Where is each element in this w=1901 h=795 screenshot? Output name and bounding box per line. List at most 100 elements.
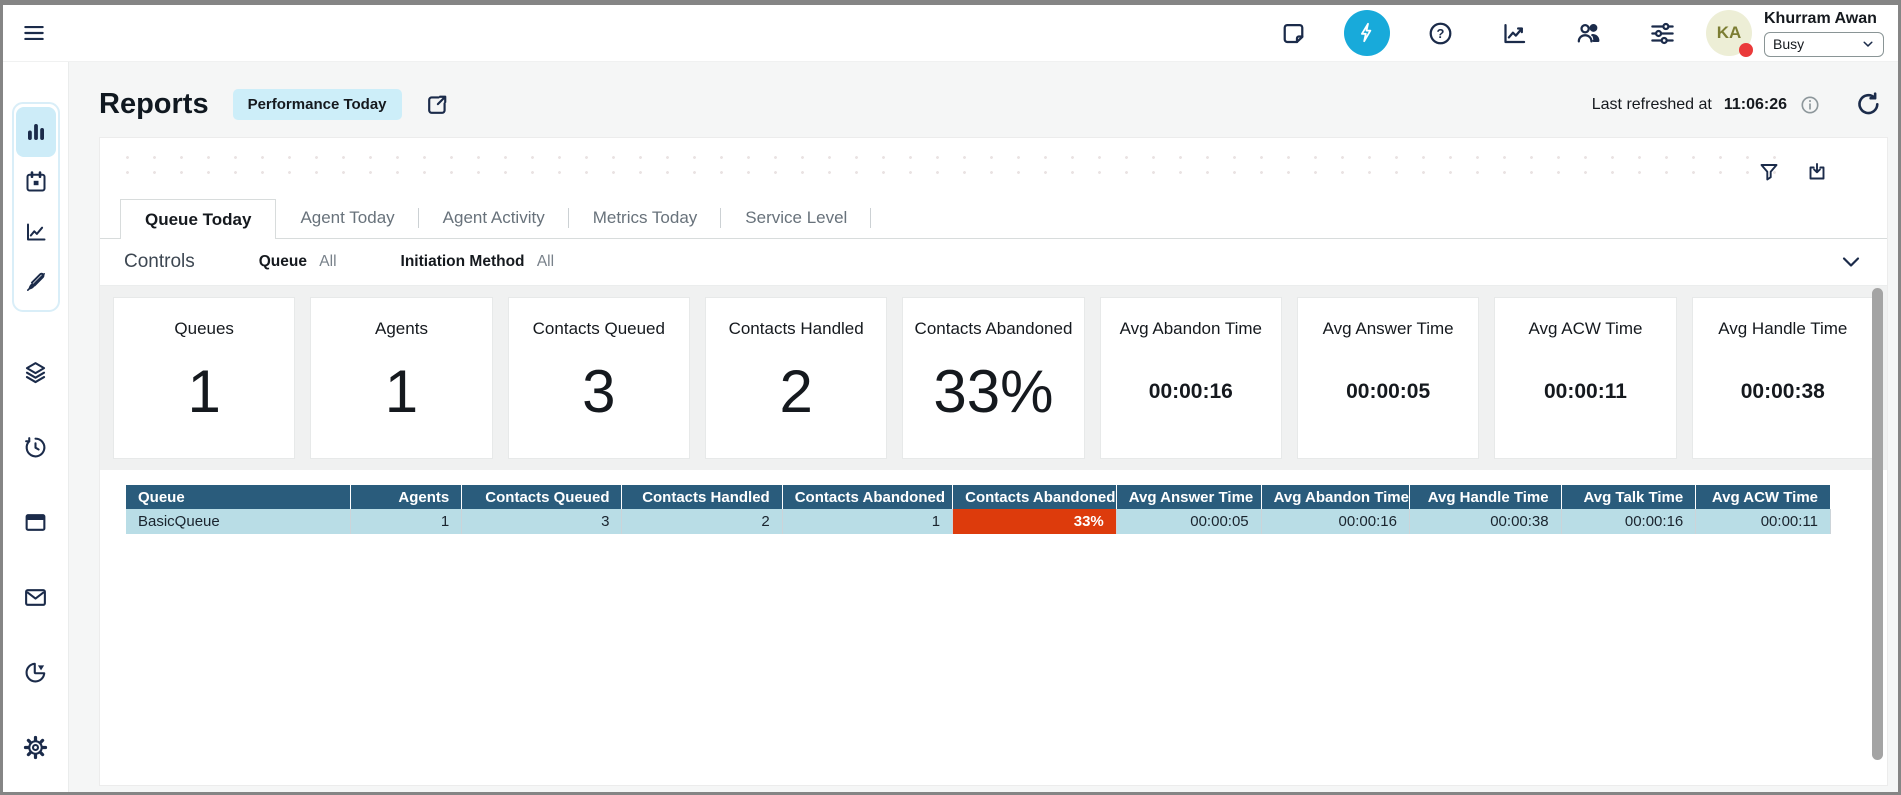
topbar: ? bbox=[3, 5, 1898, 62]
filter-initiation-method[interactable]: Initiation Method All bbox=[401, 253, 555, 271]
window-icon bbox=[23, 510, 48, 535]
svg-text:?: ? bbox=[1437, 26, 1445, 41]
metric-card-contacts-handled: Contacts Handled 2 bbox=[705, 297, 887, 459]
cell-avg-acw-time: 00:00:11 bbox=[1696, 509, 1831, 534]
drag-dots-grid bbox=[114, 150, 1797, 184]
col-contacts-handled[interactable]: Contacts Handled bbox=[622, 485, 782, 509]
col-agents[interactable]: Agents bbox=[351, 485, 462, 509]
col-avg-abandon-time[interactable]: Avg Abandon Time bbox=[1261, 485, 1409, 509]
metric-value: 1 bbox=[385, 325, 418, 458]
metric-value: 00:00:38 bbox=[1741, 325, 1825, 458]
col-avg-handle-time[interactable]: Avg Handle Time bbox=[1409, 485, 1561, 509]
metric-card-avg-answer-time: Avg Answer Time 00:00:05 bbox=[1297, 297, 1479, 459]
metric-value: 00:00:05 bbox=[1346, 325, 1430, 458]
table-row[interactable]: BasicQueue 1 3 2 1 33% 00:00:05 00:00:16… bbox=[126, 509, 1831, 534]
refresh-icon[interactable] bbox=[1855, 91, 1882, 118]
col-contacts-queued[interactable]: Contacts Queued bbox=[462, 485, 622, 509]
tab-queue-today[interactable]: Queue Today bbox=[120, 199, 276, 239]
filter-label: Queue bbox=[259, 253, 307, 270]
agents-button[interactable] bbox=[1575, 20, 1602, 47]
settings-sliders-icon bbox=[1649, 20, 1676, 47]
agents-icon bbox=[1575, 20, 1602, 47]
sidebar-item-schedule[interactable] bbox=[16, 157, 56, 207]
cell-agents: 1 bbox=[351, 509, 462, 534]
avatar[interactable]: KA bbox=[1706, 10, 1752, 56]
sidebar-extra bbox=[16, 358, 56, 761]
layers-icon bbox=[23, 360, 48, 385]
cell-avg-answer-time: 00:00:05 bbox=[1116, 509, 1261, 534]
sidebar-item-window[interactable] bbox=[16, 508, 56, 536]
filter-value: All bbox=[537, 253, 554, 270]
download-icon[interactable] bbox=[1805, 160, 1829, 184]
metric-value: 00:00:11 bbox=[1544, 325, 1627, 458]
metric-value: 2 bbox=[779, 325, 812, 458]
col-avg-talk-time[interactable]: Avg Talk Time bbox=[1561, 485, 1696, 509]
cell-avg-talk-time: 00:00:16 bbox=[1561, 509, 1696, 534]
cell-queue-name: BasicQueue bbox=[126, 509, 351, 534]
sidebar-item-customize[interactable] bbox=[16, 257, 56, 307]
external-link-icon[interactable] bbox=[424, 92, 450, 118]
tab-label: Agent Today bbox=[300, 208, 394, 228]
info-icon[interactable] bbox=[1799, 94, 1821, 116]
boost-button[interactable] bbox=[1344, 10, 1390, 56]
help-button[interactable]: ? bbox=[1427, 20, 1454, 47]
col-avg-answer-time[interactable]: Avg Answer Time bbox=[1116, 485, 1261, 509]
sidebar-item-reports-pie[interactable] bbox=[16, 658, 56, 686]
col-queue[interactable]: Queue bbox=[126, 485, 351, 509]
col-contacts-abandoned-pct[interactable]: Contacts Abandoned % bbox=[953, 485, 1117, 509]
filter-queue[interactable]: Queue All bbox=[259, 253, 337, 271]
tab-label: Agent Activity bbox=[443, 208, 545, 228]
metric-card-avg-acw-time: Avg ACW Time 00:00:11 bbox=[1494, 297, 1676, 459]
hamburger-icon bbox=[21, 20, 47, 46]
tab-service-level[interactable]: Service Level bbox=[721, 198, 871, 238]
sidebar-item-history[interactable] bbox=[16, 433, 56, 461]
topbar-icons: ? bbox=[1280, 10, 1676, 56]
tab-metrics-today[interactable]: Metrics Today bbox=[569, 198, 722, 238]
sidebar-item-routing[interactable] bbox=[16, 358, 56, 386]
user-area: KA Khurram Awan Busy bbox=[1706, 10, 1884, 57]
last-refreshed-time: 11:06:26 bbox=[1724, 96, 1787, 114]
page-header: Reports Performance Today Last refreshed… bbox=[69, 62, 1898, 121]
collapse-chevron-icon[interactable] bbox=[1839, 250, 1863, 274]
hamburger-menu-button[interactable] bbox=[19, 18, 49, 48]
cell-contacts-abandoned: 1 bbox=[782, 509, 952, 534]
help-icon: ? bbox=[1427, 20, 1454, 47]
metric-card-contacts-abandoned: Contacts Abandoned 33% bbox=[902, 297, 1084, 459]
metric-value: 33% bbox=[933, 325, 1053, 458]
col-avg-acw-time[interactable]: Avg ACW Time bbox=[1696, 485, 1831, 509]
boost-lightning-icon bbox=[1355, 21, 1379, 45]
metrics-button[interactable] bbox=[1501, 20, 1528, 47]
line-chart-icon bbox=[24, 220, 48, 244]
settings-sliders-button[interactable] bbox=[1649, 20, 1676, 47]
note-button[interactable] bbox=[1280, 20, 1307, 47]
filter-icon[interactable] bbox=[1757, 160, 1781, 184]
brush-icon bbox=[24, 270, 48, 294]
card-actions bbox=[1757, 160, 1829, 184]
sidebar-item-settings[interactable] bbox=[16, 733, 56, 761]
tab-agent-activity[interactable]: Agent Activity bbox=[419, 198, 569, 238]
table-header-row: Queue Agents Contacts Queued Contacts Ha… bbox=[126, 485, 1831, 509]
report-tabs: Queue Today Agent Today Agent Activity M… bbox=[100, 198, 1887, 239]
sidebar-item-metrics[interactable] bbox=[16, 207, 56, 257]
metric-card-queues: Queues 1 bbox=[113, 297, 295, 459]
vertical-scrollbar-thumb[interactable] bbox=[1872, 288, 1883, 760]
queue-table-wrap: Queue Agents Contacts Queued Contacts Ha… bbox=[100, 470, 1887, 534]
body: Reports Performance Today Last refreshed… bbox=[3, 62, 1898, 792]
metric-cards-row: Queues 1 Agents 1 Contacts Queued 3 Cont… bbox=[100, 286, 1887, 470]
cell-contacts-handled: 2 bbox=[622, 509, 782, 534]
metric-card-avg-abandon-time: Avg Abandon Time 00:00:16 bbox=[1100, 297, 1282, 459]
col-contacts-abandoned[interactable]: Contacts Abandoned bbox=[782, 485, 952, 509]
metric-value: 1 bbox=[187, 325, 220, 458]
status-select[interactable]: Busy bbox=[1764, 32, 1884, 57]
filter-value: All bbox=[319, 253, 336, 270]
main-content: Reports Performance Today Last refreshed… bbox=[69, 62, 1898, 792]
sidebar-item-mail[interactable] bbox=[16, 583, 56, 611]
filter-label: Initiation Method bbox=[401, 253, 525, 270]
user-info: Khurram Awan Busy bbox=[1764, 10, 1884, 57]
tab-agent-today[interactable]: Agent Today bbox=[276, 198, 418, 238]
report-badge: Performance Today bbox=[233, 89, 402, 120]
metrics-icon bbox=[1501, 20, 1528, 47]
metric-card-avg-handle-time: Avg Handle Time 00:00:38 bbox=[1692, 297, 1874, 459]
sidebar-item-reports[interactable] bbox=[16, 107, 56, 157]
cell-contacts-abandoned-pct: 33% bbox=[953, 509, 1117, 534]
